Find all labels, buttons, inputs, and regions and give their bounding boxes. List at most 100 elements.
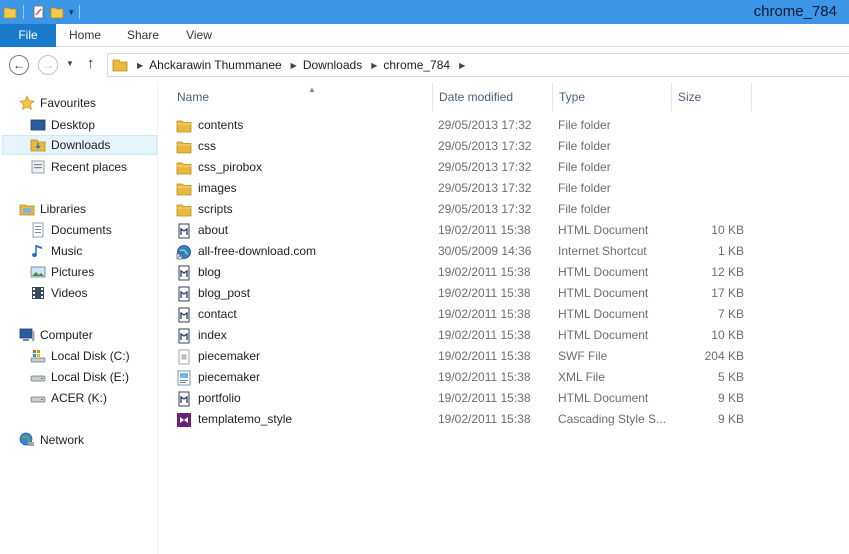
computer-icon [19,327,35,343]
file-row[interactable]: all-free-download.com 30/05/2009 14:36 Int… [176,241,766,262]
toolbar-separator [23,5,24,19]
nav-item-documents[interactable]: Documents [30,220,112,240]
nav-item-recent-places[interactable]: Recent places [30,157,127,177]
column-header-size[interactable]: Size [672,83,752,111]
breadcrumb-separator-icon[interactable]: ▶ [459,61,465,70]
file-type: SWF File [558,349,608,363]
file-row[interactable]: css_pirobox 29/05/2013 17:32 File folder [176,157,766,178]
file-row[interactable]: piecemaker 19/02/2011 15:38 XML File 5 KB [176,367,766,388]
recent-locations-dropdown[interactable]: ▼ [66,59,74,68]
file-row[interactable]: blog 19/02/2011 15:38 HTML Document 12 KB [176,262,766,283]
column-header-date[interactable]: Date modified [433,83,553,111]
file-name: piecemaker [198,370,261,384]
breadcrumb-downloads[interactable]: Downloads [303,58,362,72]
nav-label: Pictures [51,265,95,279]
nav-label: Videos [51,286,88,300]
file-row[interactable]: portfolio 19/02/2011 15:38 HTML Document 9 … [176,388,766,409]
new-folder-icon[interactable] [49,4,65,20]
address-bar[interactable]: ▶ Ahckarawin Thummanee ▶ Downloads ▶ chr… [107,53,849,77]
file-type: HTML Document [558,286,649,300]
file-row[interactable]: css 29/05/2013 17:32 File folder [176,136,766,157]
file-size: 17 KB [711,286,744,300]
column-header-type[interactable]: Type [553,83,672,111]
file-size: 7 KB [717,307,744,321]
file-date: 29/05/2013 17:32 [438,160,532,174]
html-document-icon [176,328,192,344]
nav-network[interactable]: Network [19,430,84,450]
swf-file-icon [176,349,192,365]
file-size: 9 KB [717,391,744,405]
file-name-cell: piecemaker [176,346,260,367]
file-size: 10 KB [711,328,744,342]
file-name: blog [198,265,221,279]
quick-access-toolbar: ▾ [0,0,85,24]
tab-file[interactable]: File [0,24,56,47]
nav-label: ACER (K:) [51,391,108,405]
file-date: 19/02/2011 15:38 [438,349,531,363]
tab-share[interactable]: Share [114,24,172,47]
sort-ascending-icon: ▲ [308,85,316,94]
file-row[interactable]: index 19/02/2011 15:38 HTML Document 10 KB [176,325,766,346]
file-name: about [198,223,229,237]
file-type: Internet Shortcut [558,244,647,258]
file-name-cell: css [176,136,216,157]
column-header-name[interactable]: Name ▲ [171,83,433,111]
folder-icon [112,57,128,73]
file-row[interactable]: contents 29/05/2013 17:32 File folder [176,115,766,136]
nav-label: Local Disk (E:) [51,370,130,384]
file-row[interactable]: about 19/02/2011 15:38 HTML Document 10 KB [176,220,766,241]
file-name: blog_post [198,286,251,300]
up-button[interactable]: ↑ [87,55,95,72]
file-name: scripts [198,202,233,216]
file-row[interactable]: scripts 29/05/2013 17:32 File folder [176,199,766,220]
nav-libraries[interactable]: Libraries [19,199,86,219]
nav-item-downloads[interactable]: Downloads [2,135,157,155]
back-button[interactable]: ← [9,55,29,75]
nav-label: Favourites [40,96,97,110]
file-name: templatemo_style [198,412,293,426]
file-row[interactable]: images 29/05/2013 17:32 File folder [176,178,766,199]
tab-view[interactable]: View [172,24,226,47]
navigation-pane: Favourites Desktop Downloads Recent plac… [0,83,158,554]
breadcrumb-current-folder[interactable]: chrome_784 [383,58,450,72]
nav-label: Documents [51,223,112,237]
nav-favourites[interactable]: Favourites [19,93,96,113]
title-bar: ▾ chrome_784 [0,0,849,24]
file-row[interactable]: templatemo_style 19/02/2011 15:38 Cascadin… [176,409,766,430]
file-name: contents [198,118,244,132]
customize-toolbar-icon[interactable]: ▾ [69,7,74,18]
file-name-cell: contents [176,115,243,136]
nav-item-music[interactable]: Music [30,241,82,261]
nav-item-pictures[interactable]: Pictures [30,262,94,282]
html-document-icon [176,223,192,239]
nav-item-videos[interactable]: Videos [30,283,87,303]
file-name: images [198,181,237,195]
forward-button[interactable]: → [38,55,58,75]
nav-item-local-disk-c[interactable]: Local Disk (C:) [30,346,130,366]
tab-home[interactable]: Home [56,24,114,47]
file-type: File folder [558,139,611,153]
file-type: HTML Document [558,223,649,237]
folder-icon [176,160,192,176]
nav-item-local-disk-e[interactable]: Local Disk (E:) [30,367,129,387]
folder-icon[interactable] [2,4,18,20]
breadcrumb-user[interactable]: Ahckarawin Thummanee [149,58,282,72]
file-name-cell: css_pirobox [176,157,262,178]
file-name: portfolio [198,391,241,405]
breadcrumb-separator-icon[interactable]: ▶ [371,61,377,70]
navigation-bar: ← → ▼ ↑ ▶ Ahckarawin Thummanee ▶ Downloa… [0,47,849,83]
file-row[interactable]: piecemaker 19/02/2011 15:38 SWF File 204 KB [176,346,766,367]
folder-icon [176,202,192,218]
file-type: HTML Document [558,328,649,342]
file-name-cell: blog [176,262,221,283]
css-file-icon [176,412,192,428]
properties-icon[interactable] [31,4,47,20]
nav-item-desktop[interactable]: Desktop [30,115,95,135]
file-row[interactable]: blog_post 19/02/2011 15:38 HTML Document 17… [176,283,766,304]
nav-computer[interactable]: Computer [19,325,93,345]
breadcrumb-separator-icon[interactable]: ▶ [137,61,143,70]
breadcrumb-separator-icon[interactable]: ▶ [291,61,297,70]
nav-item-acer-k[interactable]: ACER (K:) [30,388,107,408]
file-row[interactable]: contact 19/02/2011 15:38 HTML Document 7 KB [176,304,766,325]
file-name: all-free-download.com [198,244,317,258]
